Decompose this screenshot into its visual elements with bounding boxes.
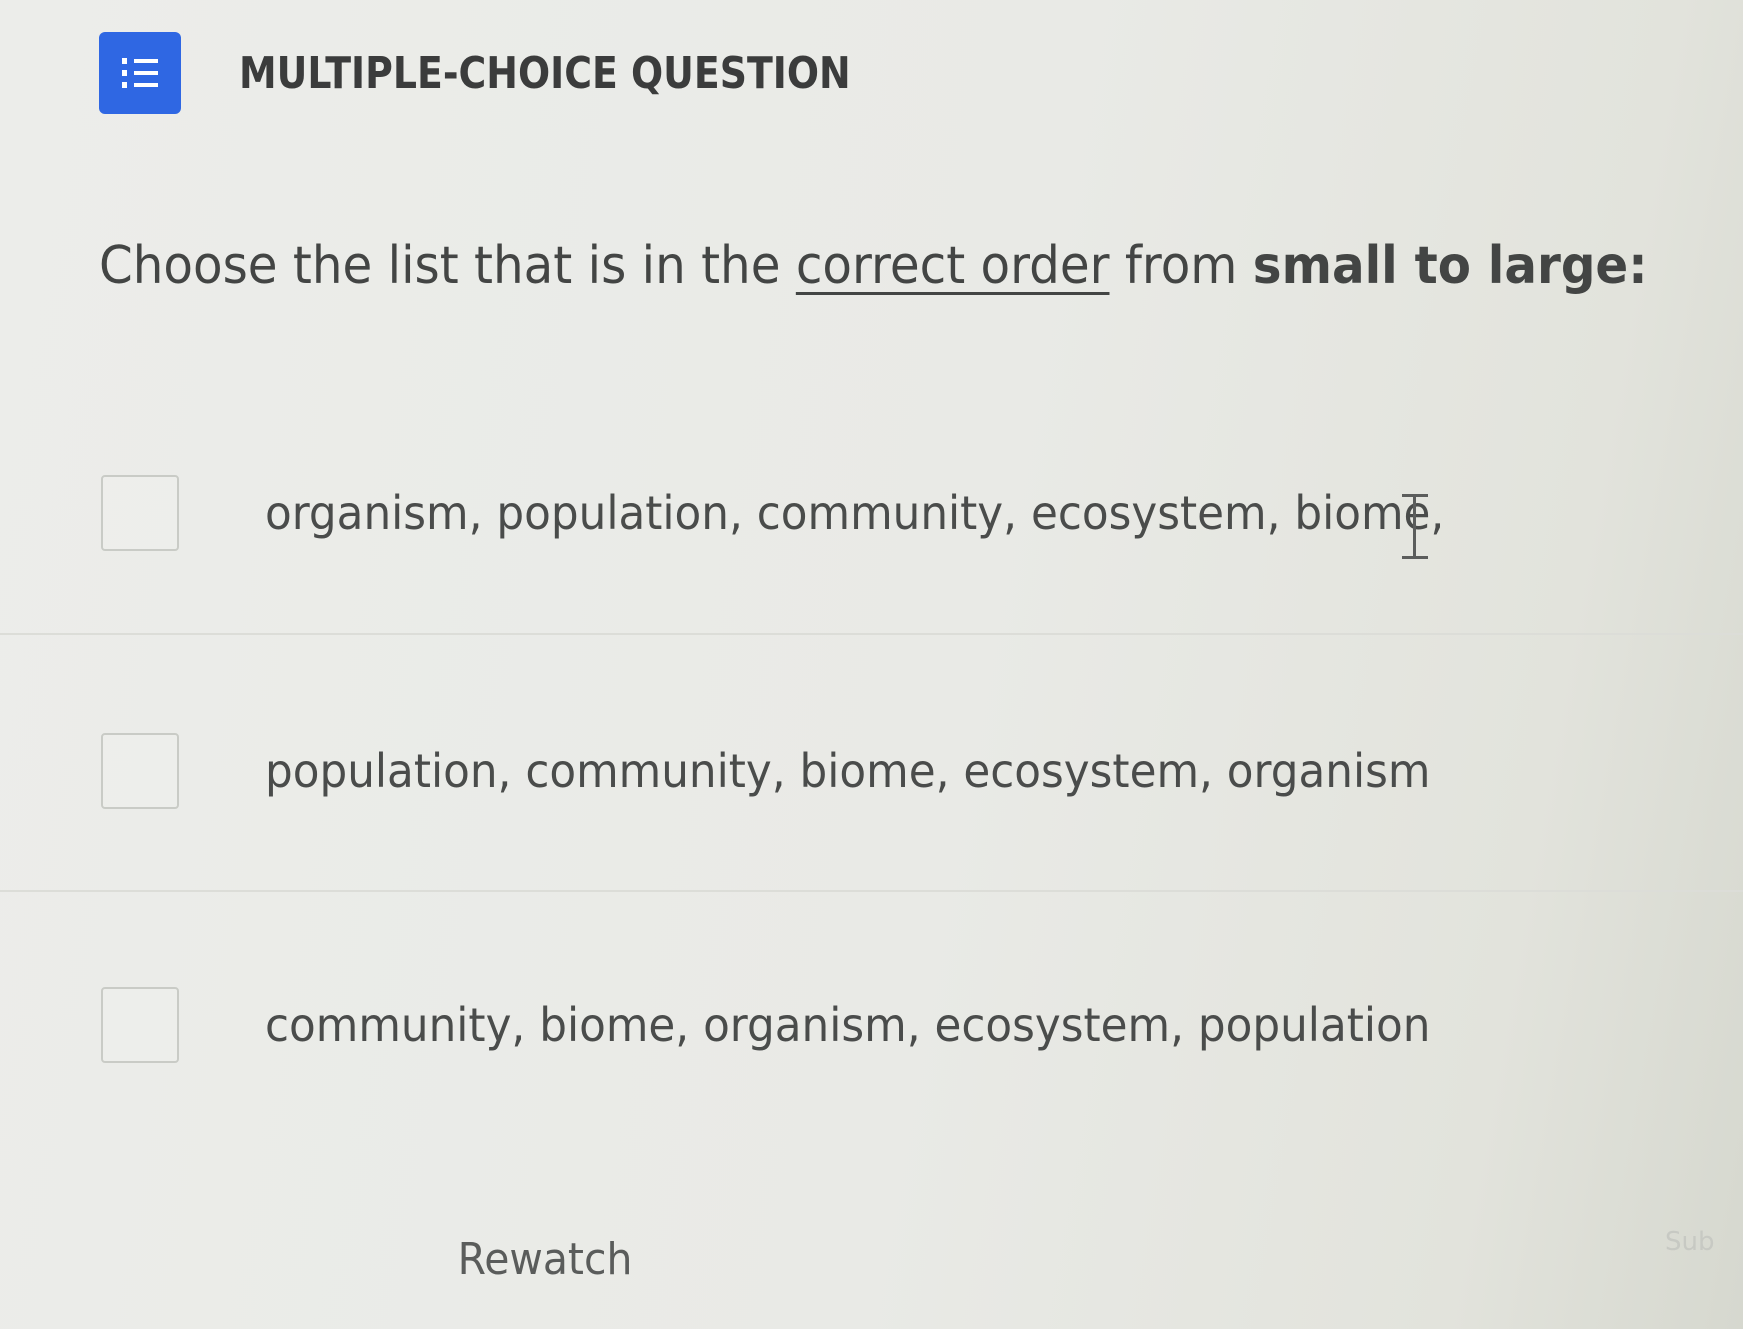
- answer-checkbox[interactable]: [101, 987, 179, 1063]
- question-type-label: MULTIPLE-CHOICE QUESTION: [239, 47, 851, 99]
- rewatch-button[interactable]: Rewatch: [429, 1224, 662, 1294]
- submit-button[interactable]: Sub: [1665, 1214, 1743, 1270]
- numbered-list-icon: [99, 32, 181, 114]
- question-header: MULTIPLE-CHOICE QUESTION: [99, 32, 950, 114]
- answer-checkbox[interactable]: [101, 733, 179, 809]
- prompt-text: Choose the list that is in the: [99, 236, 796, 296]
- answer-option-text: organism, population, community, ecosyst…: [265, 486, 1445, 540]
- prompt-text: from: [1109, 236, 1253, 296]
- option-divider: [0, 890, 1743, 892]
- text-cursor-icon: [1398, 490, 1432, 568]
- answer-option-text: population, community, biome, ecosystem,…: [265, 744, 1431, 798]
- option-divider: [0, 633, 1743, 635]
- answer-checkbox[interactable]: [101, 475, 179, 551]
- answer-option-1[interactable]: organism, population, community, ecosyst…: [0, 388, 1743, 638]
- prompt-bold-text: small to large:: [1252, 236, 1648, 296]
- answer-option-3[interactable]: community, biome, organism, ecosystem, p…: [0, 900, 1743, 1150]
- answer-option-2[interactable]: population, community, biome, ecosystem,…: [0, 646, 1743, 896]
- answer-option-text: community, biome, organism, ecosystem, p…: [265, 998, 1431, 1052]
- prompt-underlined-text: correct order: [795, 236, 1110, 296]
- question-prompt: Choose the list that is in the correct o…: [99, 236, 1648, 296]
